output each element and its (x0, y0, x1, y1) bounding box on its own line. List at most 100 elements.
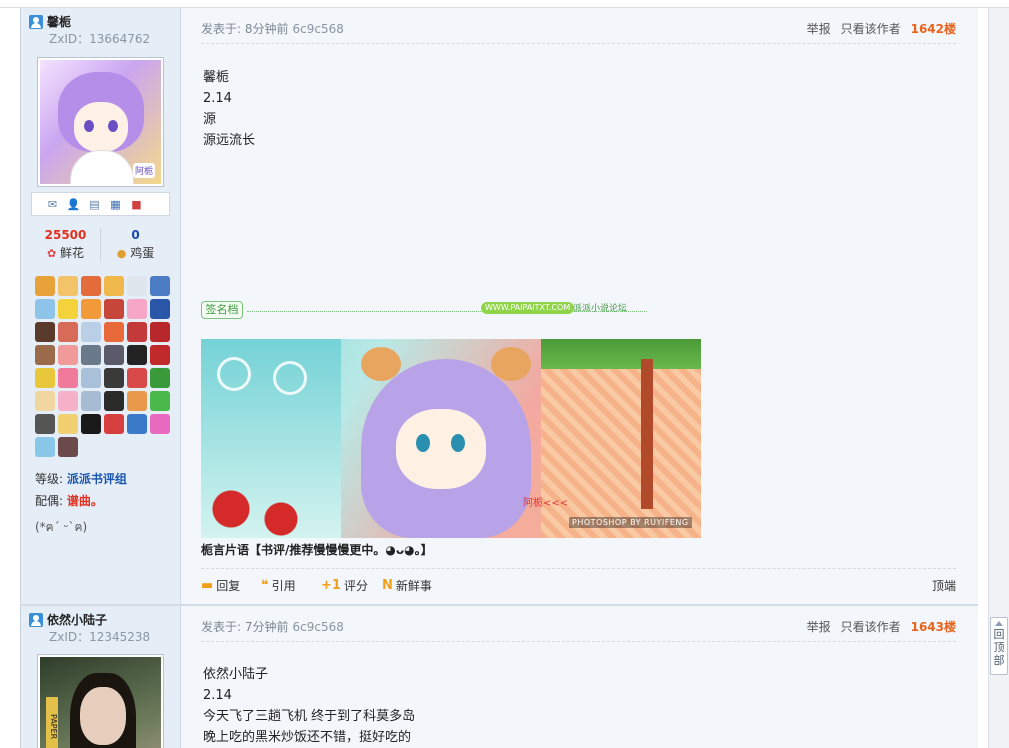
post-main: 发表于: 7分钟前 6c9c568 举报 只看该作者 1643楼 依然小陆子 2.… (181, 606, 978, 748)
signature-site[interactable]: WWW.PAIPAITXT.COM (481, 302, 575, 314)
top-link[interactable]: 顶端 (932, 577, 956, 594)
news-button[interactable]: N 新鲜事 (382, 577, 432, 594)
medal-icon[interactable] (58, 414, 78, 434)
content-line: 源远流长 (203, 133, 256, 148)
quote-button[interactable]: ❝ 引用 (261, 577, 296, 594)
medal-icon[interactable] (150, 414, 170, 434)
medal-icon[interactable] (81, 391, 101, 411)
medal-icon[interactable] (58, 437, 78, 457)
medal-icon[interactable] (35, 345, 55, 365)
medal-icon[interactable] (35, 437, 55, 457)
top-edge (0, 0, 1009, 8)
spouse-value[interactable]: 谱曲。 (67, 494, 103, 508)
medal-icon[interactable] (35, 299, 55, 319)
username[interactable]: 依然小陆子 (29, 611, 107, 628)
profile-icon[interactable]: ▤ (86, 196, 103, 213)
medal-icon[interactable] (58, 276, 78, 296)
medal-icon[interactable] (104, 345, 124, 365)
news-icon: N (382, 578, 393, 593)
medal-icon[interactable] (58, 322, 78, 342)
reply-button[interactable]: ▬ 回复 (201, 577, 240, 594)
medal-icon[interactable] (150, 368, 170, 388)
add-friend-icon[interactable]: 👤 (65, 196, 82, 213)
post-hash: 6c9c568 (292, 620, 344, 634)
medal-icon[interactable] (127, 368, 147, 388)
username-text: 依然小陆子 (47, 613, 108, 627)
medal-icon[interactable] (81, 345, 101, 365)
banner-pole (641, 359, 653, 509)
medal-icon[interactable] (104, 322, 124, 342)
back-to-top-button[interactable]: 回顶部 (990, 617, 1008, 675)
medal-icon[interactable] (104, 368, 124, 388)
medal-icon[interactable] (58, 299, 78, 319)
floor-number[interactable]: 1643楼 (911, 618, 956, 635)
medal-icon[interactable] (127, 322, 147, 342)
medal-icon[interactable] (81, 322, 101, 342)
medal-icon[interactable] (127, 299, 147, 319)
content-line: 2.14 (203, 91, 232, 106)
medal-icon[interactable] (104, 391, 124, 411)
medal-icon[interactable] (81, 299, 101, 319)
signature-tag: 签名档 (201, 301, 243, 319)
quote-icon: ❝ (261, 578, 269, 593)
medal-icon[interactable] (35, 391, 55, 411)
medal-icon[interactable] (58, 391, 78, 411)
report-link[interactable]: 举报 (807, 20, 831, 37)
medal-icon[interactable] (150, 276, 170, 296)
avatar[interactable]: PAPER (37, 654, 164, 748)
medal-icon[interactable] (127, 414, 147, 434)
eggs-count: 0 (131, 228, 140, 242)
report-link[interactable]: 举报 (807, 618, 831, 635)
flower-icon: ✿ (46, 247, 57, 260)
username[interactable]: 馨栀 (29, 13, 71, 30)
user-zxid: ZxID：13664762 (49, 32, 151, 46)
banner-ear (491, 347, 531, 381)
medal-icon[interactable] (35, 414, 55, 434)
only-author-link[interactable]: 只看该作者 (841, 20, 901, 37)
medal-icon[interactable] (150, 391, 170, 411)
medal-icon[interactable] (35, 276, 55, 296)
signature-forum[interactable]: 派派小说论坛 (573, 301, 627, 314)
medal-icon[interactable] (104, 276, 124, 296)
medal-icon[interactable] (127, 391, 147, 411)
avatar-image: 阿栀 (40, 60, 161, 184)
card-icon[interactable]: ▦ (107, 196, 124, 213)
blocks-icon[interactable]: ■ (128, 196, 145, 213)
medal-icon[interactable] (104, 299, 124, 319)
medal-icon[interactable] (150, 322, 170, 342)
rate-icon: +1 (321, 578, 341, 593)
user-level: 等级: 派派书评组 (35, 470, 127, 487)
rate-button[interactable]: +1 评分 (321, 577, 368, 594)
medal-icon[interactable] (81, 368, 101, 388)
mail-icon[interactable]: ✉ (44, 196, 61, 213)
medal-icon[interactable] (127, 345, 147, 365)
user-zxid: ZxID：12345238 (49, 630, 151, 644)
avatar[interactable]: 阿栀 (37, 57, 164, 187)
eggs-stat[interactable]: 0 ● 鸡蛋 (101, 226, 170, 263)
medal-icon[interactable] (81, 414, 101, 434)
floor-number[interactable]: 1642楼 (911, 20, 956, 37)
medal-icon[interactable] (35, 368, 55, 388)
signature-banner[interactable]: 阿栀<<< PHOTOSHOP BY RUYIFENG (201, 339, 701, 538)
post-header-actions: 举报 只看该作者 1643楼 (807, 618, 956, 635)
medal-icon[interactable] (127, 276, 147, 296)
medal-icon[interactable] (35, 322, 55, 342)
user-sidebar: 依然小陆子 ZxID：12345238 PAPER (21, 606, 181, 748)
post-hash: 6c9c568 (292, 22, 344, 36)
user-stats: 25500 ✿ 鲜花 0 ● 鸡蛋 (31, 226, 170, 266)
medal-icon[interactable] (58, 368, 78, 388)
medal-icon[interactable] (150, 299, 170, 319)
reply-label: 回复 (216, 579, 241, 593)
flowers-stat[interactable]: 25500 ✿ 鲜花 (31, 226, 100, 263)
medal-icon[interactable] (104, 414, 124, 434)
level-value[interactable]: 派派书评组 (67, 472, 127, 486)
garland-decoration (541, 339, 701, 369)
only-author-link[interactable]: 只看该作者 (841, 618, 901, 635)
arrow-up-icon (995, 621, 1003, 626)
medal-icon[interactable] (150, 345, 170, 365)
signature-text: 栀言片语【书评/推荐慢慢慢更中。◕ᴗ◕。】 (201, 543, 433, 557)
news-label: 新鲜事 (395, 579, 432, 593)
rate-label: 评分 (343, 579, 368, 593)
medal-icon[interactable] (81, 276, 101, 296)
medal-icon[interactable] (58, 345, 78, 365)
